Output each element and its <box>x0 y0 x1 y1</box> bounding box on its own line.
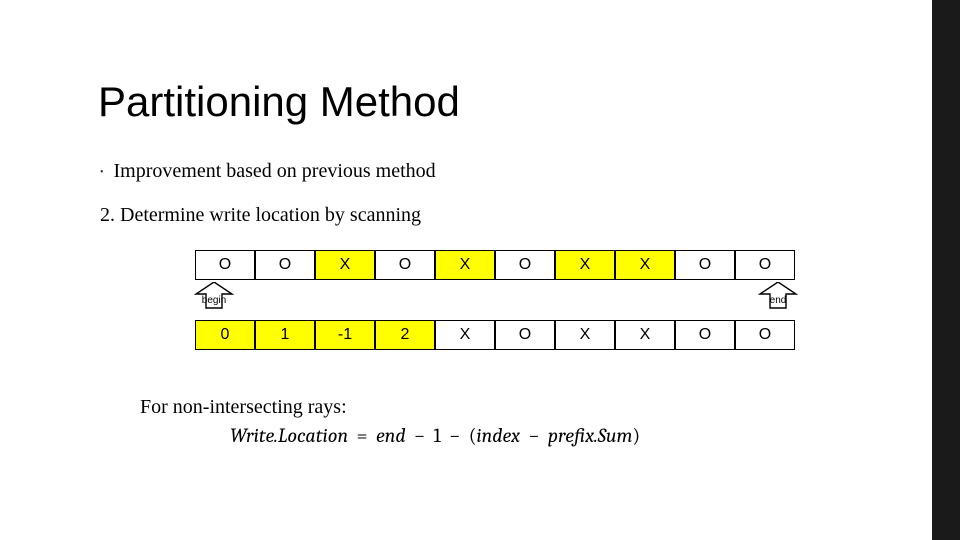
bullet-dot-icon: • <box>100 167 104 178</box>
cell: O <box>255 250 315 280</box>
cell: 0 <box>195 320 255 350</box>
cell: O <box>675 250 735 280</box>
cell: O <box>735 250 795 280</box>
minus-sign: − <box>449 424 460 447</box>
cell: X <box>435 320 495 350</box>
side-stripe <box>932 0 960 540</box>
begin-arrow-icon: begin <box>188 282 240 310</box>
cell: X <box>435 250 495 280</box>
array-row-2: 0 1 -1 2 X O X X O O <box>195 320 795 350</box>
minus-sign: − <box>414 424 425 447</box>
cell: X <box>315 250 375 280</box>
formula-prefixsum: prefix.Sum <box>548 424 633 447</box>
bullet-text: Improvement based on previous method <box>114 160 436 182</box>
cell: X <box>555 320 615 350</box>
cell: X <box>555 250 615 280</box>
formula-lhs: Write.Location <box>230 424 348 447</box>
end-arrow-icon: end <box>752 282 804 310</box>
cell: 1 <box>255 320 315 350</box>
formula-one: 1 <box>434 424 441 447</box>
equals-sign: = <box>357 424 368 447</box>
cell: O <box>735 320 795 350</box>
slide: Partitioning Method • Improvement based o… <box>0 0 960 540</box>
minus-sign: − <box>528 424 539 447</box>
cell: O <box>195 250 255 280</box>
formula-index: index <box>476 424 520 447</box>
numbered-line: 2. Determine write location by scanning <box>100 204 421 227</box>
cell: O <box>375 250 435 280</box>
cell: X <box>615 320 675 350</box>
formula-lead: For non-intersecting rays: <box>140 396 347 419</box>
array-row-1: O O X O X O X X O O <box>195 250 795 280</box>
bullet-line: • Improvement based on previous method <box>100 160 436 183</box>
cell: O <box>495 250 555 280</box>
formula: Write.Location = end − 1 − (index − pref… <box>230 424 640 447</box>
cell: 2 <box>375 320 435 350</box>
cell: O <box>495 320 555 350</box>
cell: -1 <box>315 320 375 350</box>
close-paren: ) <box>632 424 640 447</box>
formula-end: end <box>376 424 406 447</box>
begin-label: begin <box>202 295 226 306</box>
cell: O <box>675 320 735 350</box>
end-label: end <box>770 295 787 306</box>
cell: X <box>615 250 675 280</box>
slide-title: Partitioning Method <box>98 78 460 126</box>
